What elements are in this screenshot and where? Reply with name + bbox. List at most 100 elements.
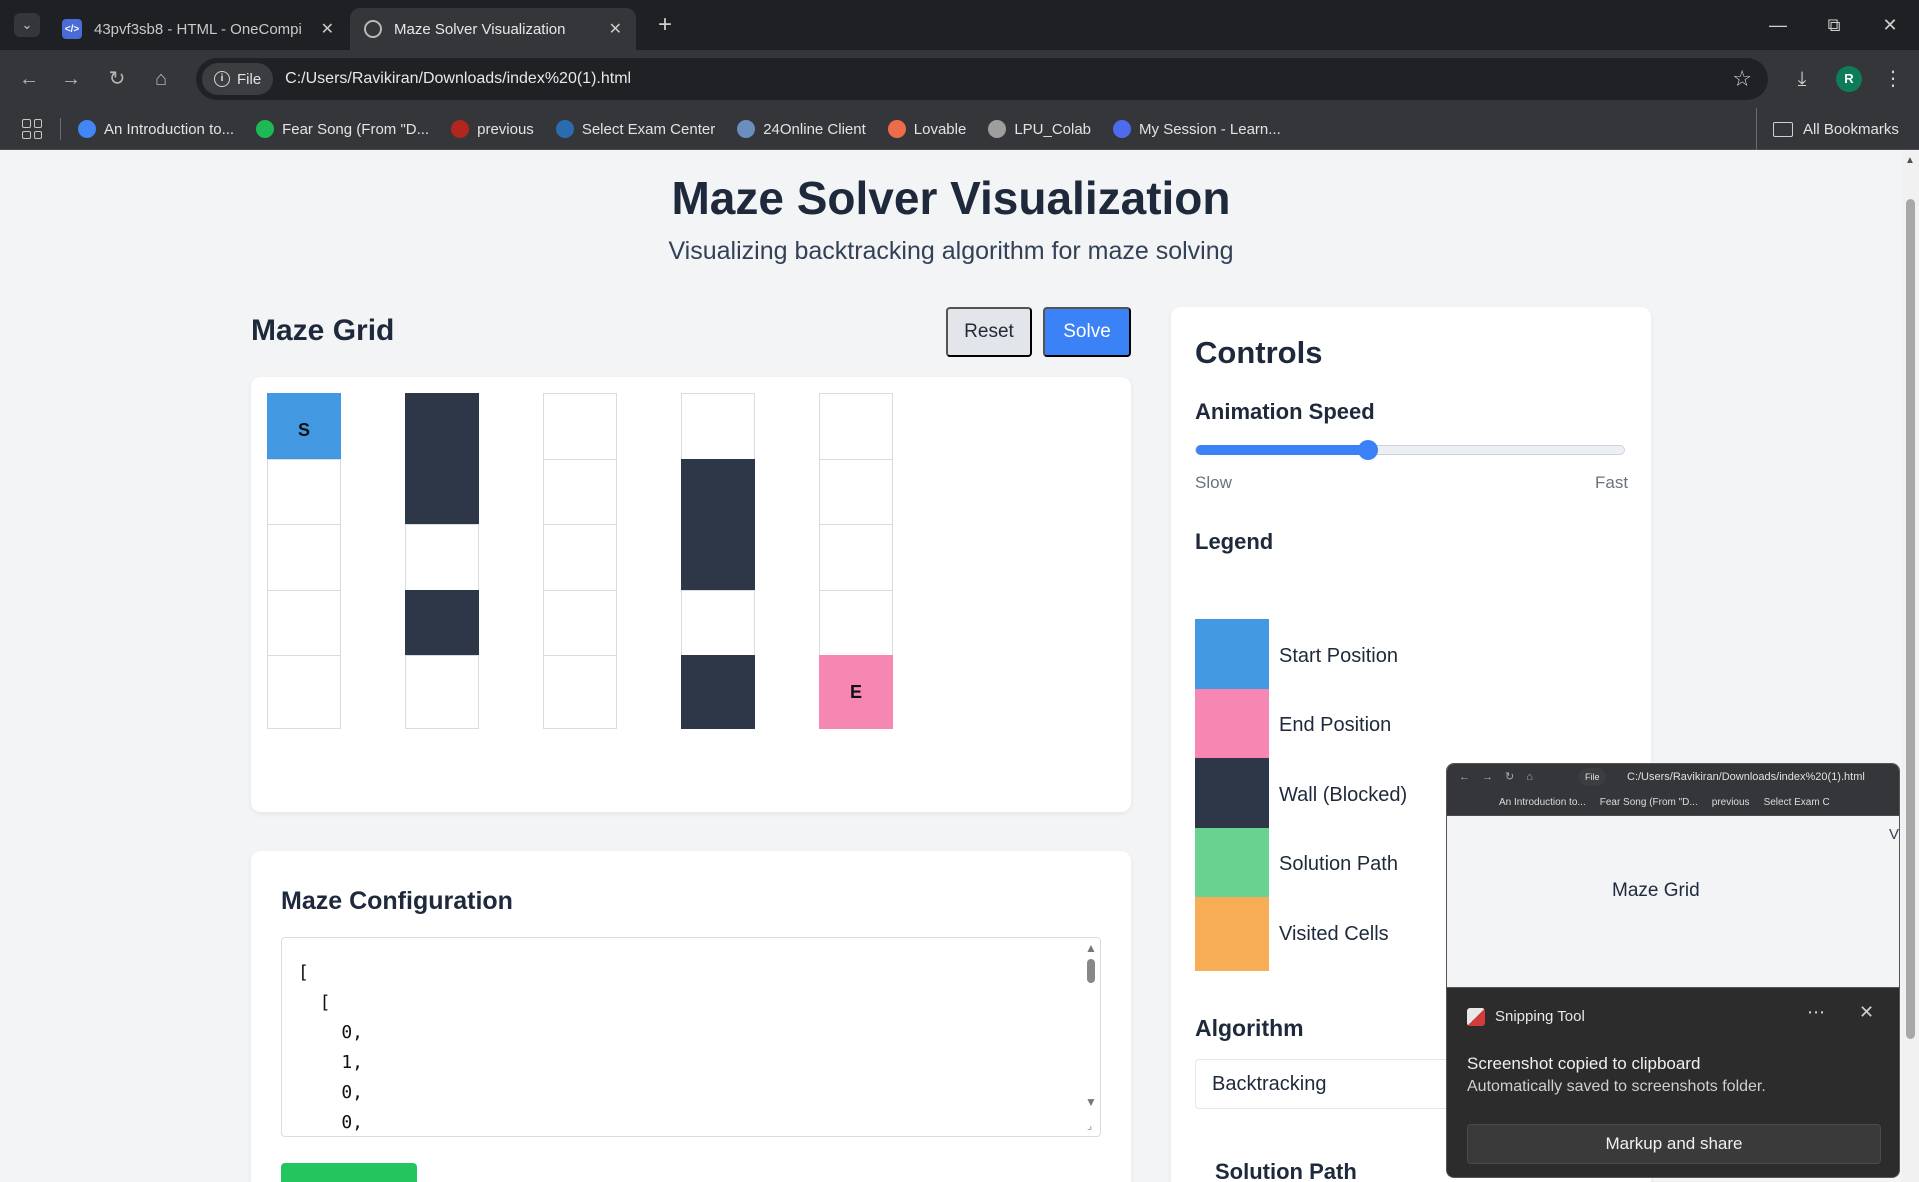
animation-speed-slider[interactable]	[1195, 440, 1625, 460]
scroll-up-arrow-icon[interactable]: ▲	[1085, 941, 1097, 955]
legend-label: Solution Path	[1279, 853, 1398, 875]
maze-cell-wall[interactable]	[405, 589, 479, 664]
maze-cell-wall[interactable]	[681, 458, 755, 533]
scroll-down-arrow-icon[interactable]: ▼	[1085, 1095, 1097, 1109]
maze-cell-wall[interactable]	[681, 655, 755, 729]
bookmark-label: previous	[477, 120, 534, 138]
maze-cell-open[interactable]	[819, 589, 893, 664]
maze-cell-open[interactable]	[267, 655, 341, 729]
toast-app-name: Snipping Tool	[1495, 1008, 1585, 1025]
tab-search-chevron-icon[interactable]: ⌄	[14, 13, 40, 37]
slider-thumb[interactable]	[1358, 440, 1378, 460]
bookmark-item[interactable]: Select Exam Center	[555, 120, 715, 138]
legend-label: End Position	[1279, 714, 1392, 736]
bookmark-item[interactable]: Fear Song (From "D...	[256, 120, 429, 138]
menu-kebab-icon[interactable]: ⋮	[1878, 64, 1908, 94]
maze-cell-open[interactable]	[681, 589, 755, 664]
preview-bookmark-label: Fear Song (From "D...	[1599, 797, 1698, 808]
maze-cell-open[interactable]	[543, 458, 617, 533]
apply-config-button[interactable]	[281, 1163, 417, 1182]
reset-button[interactable]: Reset	[946, 307, 1032, 357]
bookmark-favicon-icon	[737, 120, 756, 138]
maze-cell-open[interactable]	[543, 589, 617, 664]
close-window-icon[interactable]: ✕	[1870, 10, 1910, 40]
bookmark-star-icon[interactable]: ☆	[1732, 66, 1752, 92]
maze-cell-open[interactable]	[543, 524, 617, 598]
bookmark-label: An Introduction to...	[104, 120, 235, 138]
legend-swatch	[1195, 758, 1269, 832]
page-scroll-thumb[interactable]	[1906, 199, 1915, 1039]
back-arrow-icon[interactable]: ←	[14, 64, 44, 94]
screenshot-preview-thumbnail[interactable]: ←→↻⌂ File C:/Users/Ravikiran/Downloads/i…	[1446, 763, 1900, 988]
maze-cell-open[interactable]	[405, 524, 479, 598]
bookmark-favicon-icon	[988, 120, 1007, 138]
close-tab-icon[interactable]: ✕	[609, 19, 622, 39]
bookmark-favicon-icon	[451, 120, 470, 138]
tab-maze-solver[interactable]: Maze Solver Visualization ✕	[350, 8, 636, 50]
scroll-up-arrow-icon[interactable]: ▲	[1905, 155, 1915, 166]
browser-toolbar: ← → ↻ ⌂ i File C:/Users/Ravikiran/Downlo…	[0, 50, 1919, 108]
preview-bookmarks-bar: An Introduction to... Fear Song (From "D.…	[1447, 790, 1899, 816]
apps-grid-icon[interactable]	[22, 119, 42, 139]
bookmark-favicon-icon	[887, 120, 906, 138]
preview-nav-icons: ←→↻⌂	[1459, 771, 1545, 783]
site-chip-label: File	[237, 70, 262, 88]
maze-cell-open[interactable]	[267, 589, 341, 664]
maze-cell-end[interactable]: E	[819, 655, 893, 729]
maze-cell-open[interactable]	[819, 458, 893, 533]
maze-cell-open[interactable]	[543, 393, 617, 467]
maze-cell-wall[interactable]	[681, 524, 755, 598]
minimize-icon[interactable]: —	[1758, 10, 1798, 40]
markup-and-share-button[interactable]: Markup and share	[1467, 1124, 1881, 1164]
bookmark-item[interactable]: previous	[451, 120, 534, 138]
url-text[interactable]: C:/Users/Ravikiran/Downloads/index%20(1)…	[285, 70, 1732, 88]
preview-page	[1447, 816, 1899, 987]
page-scrollbar[interactable]: ▲	[1902, 151, 1919, 1182]
reload-icon[interactable]: ↻	[102, 64, 132, 94]
maze-cell-wall[interactable]	[405, 458, 479, 533]
code-icon: </>	[62, 19, 82, 39]
more-options-icon[interactable]: ⋯	[1807, 1002, 1825, 1023]
tab-title: 43pvf3sb8 - HTML - OneCompi	[94, 20, 302, 38]
slider-fill	[1196, 445, 1368, 455]
all-bookmarks-button[interactable]: All Bookmarks	[1756, 108, 1899, 150]
maze-cell-open[interactable]	[819, 393, 893, 467]
maze-cell-open[interactable]	[681, 393, 755, 467]
tab-onecompiler[interactable]: </> 43pvf3sb8 - HTML - OneCompi ✕	[48, 8, 348, 50]
legend-label: Visited Cells	[1279, 922, 1389, 945]
maze-cell-open[interactable]	[405, 655, 479, 729]
close-icon[interactable]: ✕	[1859, 1002, 1874, 1023]
site-info-chip[interactable]: i File	[202, 63, 274, 95]
legend-swatch	[1195, 619, 1269, 693]
bookmark-item[interactable]: 24Online Client	[737, 120, 866, 138]
maze-cell-wall[interactable]	[405, 393, 479, 467]
restore-icon[interactable]: ⧉	[1814, 10, 1854, 40]
bookmark-item[interactable]: An Introduction to...	[78, 120, 234, 138]
solve-button[interactable]: Solve	[1043, 307, 1131, 357]
download-icon[interactable]: ⤓	[1787, 64, 1817, 94]
textarea-scrollbar[interactable]: ▲ ▼ ⌟	[1083, 939, 1099, 1135]
scroll-thumb[interactable]	[1087, 959, 1095, 983]
profile-avatar[interactable]: R	[1836, 66, 1862, 92]
fast-label: Fast	[1595, 473, 1629, 492]
address-bar[interactable]: i File C:/Users/Ravikiran/Downloads/inde…	[196, 58, 1768, 100]
forward-arrow-icon[interactable]: →	[56, 64, 86, 94]
legend-swatch	[1195, 827, 1269, 902]
maze-cell-open[interactable]	[819, 524, 893, 598]
maze-cell-open[interactable]	[543, 655, 617, 729]
bookmark-item[interactable]: LPU_Colab	[988, 120, 1091, 138]
bookmark-item[interactable]: Lovable	[887, 120, 966, 138]
maze-config-textarea[interactable]: [ [ 0, 1, 0, 0,	[281, 937, 1101, 1137]
folder-icon	[1773, 121, 1793, 137]
maze-configuration-card: Maze Configuration [ [ 0, 1, 0, 0, ▲ ▼ ⌟	[251, 851, 1131, 1182]
maze-cell-open[interactable]	[267, 524, 341, 598]
bookmark-item[interactable]: My Session - Learn...	[1113, 120, 1281, 138]
home-icon[interactable]: ⌂	[146, 64, 176, 94]
maze-grid-heading: Maze Grid	[251, 314, 395, 347]
new-tab-plus-icon[interactable]: +	[652, 12, 678, 38]
resize-grip-icon[interactable]: ⌟	[1087, 1119, 1092, 1132]
maze-cell-start[interactable]: S	[267, 393, 341, 467]
close-tab-icon[interactable]: ✕	[321, 19, 334, 39]
legend-item: Start Position	[1195, 619, 1495, 693]
maze-cell-open[interactable]	[267, 458, 341, 533]
